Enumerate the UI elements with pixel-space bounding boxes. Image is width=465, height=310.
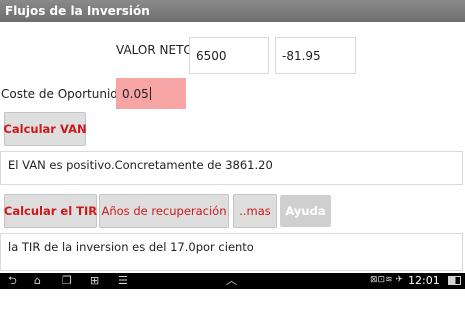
- valor-neto-value-1: 6500: [196, 48, 227, 63]
- calcular-tir-button[interactable]: Calcular el TIR: [4, 194, 97, 228]
- system-nav-bar: ⮌ ⌂ ❐ ⊞ ☰ ︿ ⊠⊡≋ ✈ 12:01: [0, 273, 465, 289]
- chevron-up-icon[interactable]: ︿: [226, 274, 237, 288]
- ayuda-button[interactable]: Ayuda: [280, 195, 331, 227]
- app-title-bar: Flujos de la Inversión: [0, 0, 465, 22]
- coste-oportunidad-value: 0.05: [122, 86, 149, 101]
- battery-icon: [448, 276, 461, 285]
- mas-button[interactable]: ..mas: [233, 194, 277, 228]
- screenshot-icon[interactable]: ⊞: [90, 274, 99, 288]
- tir-result-field[interactable]: la TIR de la inversion es del 17.0por ci…: [0, 233, 463, 271]
- calcular-van-button[interactable]: Calcular VAN: [3, 112, 87, 146]
- tir-result-text: la TIR de la inversion es del 17.0por ci…: [8, 240, 254, 254]
- back-icon[interactable]: ⮌: [8, 274, 17, 288]
- text-cursor: [149, 87, 151, 100]
- valor-neto-input-1[interactable]: 6500: [189, 37, 269, 74]
- coste-oportunidad-input[interactable]: 0.05: [116, 78, 186, 109]
- valor-neto-value-2: -81.95: [282, 48, 321, 63]
- clock: 12:01: [408, 274, 440, 287]
- home-icon[interactable]: ⌂: [34, 274, 41, 288]
- menu-icon[interactable]: ☰: [118, 274, 128, 288]
- valor-neto-label: VALOR NETO: [116, 43, 193, 57]
- status-icons: ⊠⊡≋ ✈: [370, 275, 404, 285]
- valor-neto-input-2[interactable]: -81.95: [275, 37, 356, 74]
- anos-recuperacion-button[interactable]: Años de recuperación: [99, 194, 229, 228]
- app-title: Flujos de la Inversión: [5, 4, 150, 18]
- coste-oportunidad-label: Coste de Oportunidad: [1, 87, 133, 101]
- van-result-field[interactable]: El VAN es positivo.Concretamente de 3861…: [0, 151, 463, 185]
- van-result-text: El VAN es positivo.Concretamente de 3861…: [8, 158, 273, 172]
- recent-apps-icon[interactable]: ❐: [62, 274, 72, 288]
